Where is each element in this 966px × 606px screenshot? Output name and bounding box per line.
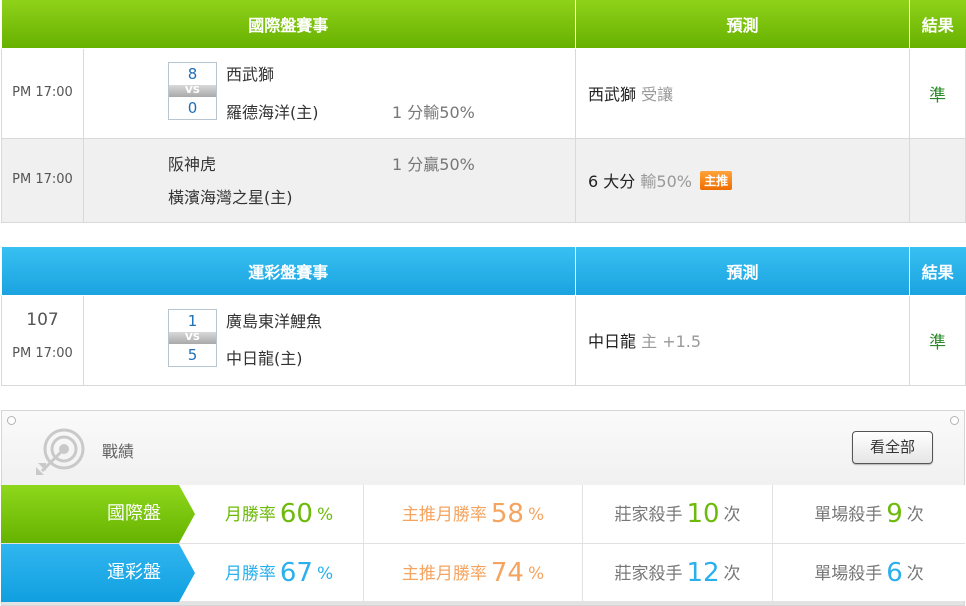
- single-game-killer-value: 9: [886, 499, 903, 529]
- featured-win-rate-unit: %: [527, 564, 545, 584]
- featured-win-rate-value: 74: [490, 558, 524, 588]
- stats-panel: 戰績 看全部 國際盤 月勝率 60% 主推月勝率 58% 莊家殺手 10 次 單場殺手 9…: [1, 410, 965, 606]
- handicap-line: 1 分贏50%: [392, 154, 475, 174]
- international-prediction-header: 預測: [575, 0, 911, 49]
- banker-killer-value: 10: [686, 499, 720, 529]
- featured-win-rate: 主推月勝率 58%: [364, 485, 583, 543]
- featured-win-rate-value: 58: [490, 499, 524, 529]
- banker-killer-label: 莊家殺手: [614, 505, 683, 525]
- stats-title: 戰績: [102, 442, 135, 461]
- prediction-detail: 主 +1.5: [641, 332, 702, 351]
- international-result-header: 結果: [909, 0, 966, 49]
- away-team: 西武獅: [226, 64, 275, 84]
- prediction-cell: 中日龍 主 +1.5: [575, 294, 911, 386]
- prediction-pick: 西武獅: [588, 85, 637, 104]
- banker-killer-unit: 次: [723, 505, 741, 525]
- monthly-win-rate: 月勝率 67%: [195, 544, 364, 602]
- banker-killer-unit: 次: [723, 564, 741, 584]
- stats-row-international: 國際盤 月勝率 60% 主推月勝率 58% 莊家殺手 10 次 單場殺手 9 次: [1, 485, 965, 543]
- result-cell: 準: [909, 294, 966, 386]
- table-row: PM 17:00 阪神虎 橫濱海灣之星(主) 1 分贏50% 6 大分 輸50%…: [1, 137, 966, 223]
- home-score: 5: [187, 345, 198, 364]
- international-event-header: 國際盤賽事: [1, 0, 577, 49]
- score-box: 1 VS 5: [168, 308, 217, 367]
- lottery-event-header: 運彩盤賽事: [1, 247, 577, 296]
- lottery-header-row: 運彩盤賽事 預測 結果: [1, 247, 966, 296]
- featured-win-rate-unit: %: [527, 505, 545, 525]
- game-time: PM 17:00: [1, 137, 84, 223]
- featured-win-rate-label: 主推月勝率: [401, 564, 487, 584]
- single-game-killer-unit: 次: [906, 505, 924, 525]
- result-cell: 準: [909, 47, 966, 139]
- prediction-detail: 受讓: [641, 85, 674, 104]
- single-game-killer: 單場殺手 6 次: [773, 544, 965, 602]
- prediction-cell: 6 大分 輸50% 主推: [575, 137, 911, 223]
- home-team: 羅德海洋(主): [226, 102, 319, 122]
- featured-badge: 主推: [700, 171, 733, 190]
- prediction-cell: 西武獅 受讓: [575, 47, 911, 139]
- game-time-cell: 107 PM 17:00: [1, 294, 84, 386]
- table-row: PM 17:00 8 VS 0 西武獅 羅德海洋(主) 1 分輸50% 西武獅 …: [1, 47, 966, 139]
- game-time: PM 17:00: [1, 47, 84, 139]
- monthly-win-rate-unit: %: [316, 505, 334, 525]
- away-score: 8: [187, 64, 198, 83]
- prediction-pick: 6 大分: [588, 172, 636, 191]
- away-team: 廣島東洋鯉魚: [226, 311, 323, 331]
- home-team: 橫濱海灣之星(主): [168, 187, 293, 207]
- single-game-killer-label: 單場殺手: [814, 564, 883, 584]
- banker-killer-value: 12: [686, 558, 720, 588]
- featured-win-rate-label: 主推月勝率: [401, 505, 487, 525]
- game-number: 107: [26, 310, 59, 330]
- prediction-detail: 輸50%: [640, 172, 692, 191]
- handicap-line: 1 分輸50%: [392, 102, 475, 122]
- banker-killer: 莊家殺手 10 次: [583, 485, 773, 543]
- lottery-prediction-header: 預測: [575, 247, 911, 296]
- home-team: 中日龍(主): [226, 348, 303, 368]
- corner-pin-left: [7, 416, 16, 425]
- lottery-picks-table: 運彩盤賽事 預測 結果 107 PM 17:00 1 VS 5 廣島東洋鯉魚 中…: [1, 247, 966, 386]
- monthly-win-rate-label: 月勝率: [224, 564, 276, 584]
- matchup-cell: 8 VS 0 西武獅 羅德海洋(主) 1 分輸50%: [82, 47, 577, 139]
- monthly-win-rate-unit: %: [316, 564, 334, 584]
- away-team: 阪神虎: [168, 154, 217, 174]
- banker-killer: 莊家殺手 12 次: [583, 544, 773, 602]
- monthly-win-rate: 月勝率 60%: [195, 485, 364, 543]
- featured-win-rate: 主推月勝率 74%: [364, 544, 583, 602]
- score-box: 8 VS 0: [168, 61, 217, 120]
- international-picks-table: 國際盤賽事 預測 結果 PM 17:00 8 VS 0 西武獅 羅德海洋(主) …: [1, 0, 966, 223]
- monthly-win-rate-value: 60: [279, 499, 313, 529]
- lottery-result-header: 結果: [909, 247, 966, 296]
- stats-row-lottery: 運彩盤 月勝率 67% 主推月勝率 74% 莊家殺手 12 次 單場殺手 6 次: [1, 543, 965, 602]
- monthly-win-rate-label: 月勝率: [224, 505, 276, 525]
- prediction-pick: 中日龍: [588, 332, 637, 351]
- banker-killer-label: 莊家殺手: [614, 564, 683, 584]
- single-game-killer-label: 單場殺手: [814, 505, 883, 525]
- stats-row-label: 國際盤: [1, 485, 195, 543]
- international-header-row: 國際盤賽事 預測 結果: [1, 0, 966, 49]
- game-time: PM 17:00: [12, 346, 73, 361]
- corner-pin-right: [950, 416, 959, 425]
- view-all-button[interactable]: 看全部: [852, 431, 933, 464]
- home-score: 0: [187, 98, 198, 117]
- single-game-killer-unit: 次: [906, 564, 924, 584]
- monthly-win-rate-value: 67: [279, 558, 313, 588]
- vs-label: VS: [169, 331, 216, 344]
- vs-label: VS: [169, 84, 216, 97]
- single-game-killer-value: 6: [886, 558, 903, 588]
- stats-row-label: 運彩盤: [1, 544, 195, 602]
- result-cell: [909, 137, 966, 223]
- table-row: 107 PM 17:00 1 VS 5 廣島東洋鯉魚 中日龍(主) 中日龍 主 …: [1, 294, 966, 386]
- single-game-killer: 單場殺手 9 次: [773, 485, 965, 543]
- matchup-cell: 1 VS 5 廣島東洋鯉魚 中日龍(主): [82, 294, 577, 386]
- matchup-cell: 阪神虎 橫濱海灣之星(主) 1 分贏50%: [82, 137, 577, 223]
- away-score: 1: [187, 311, 198, 330]
- target-icon: [36, 428, 85, 475]
